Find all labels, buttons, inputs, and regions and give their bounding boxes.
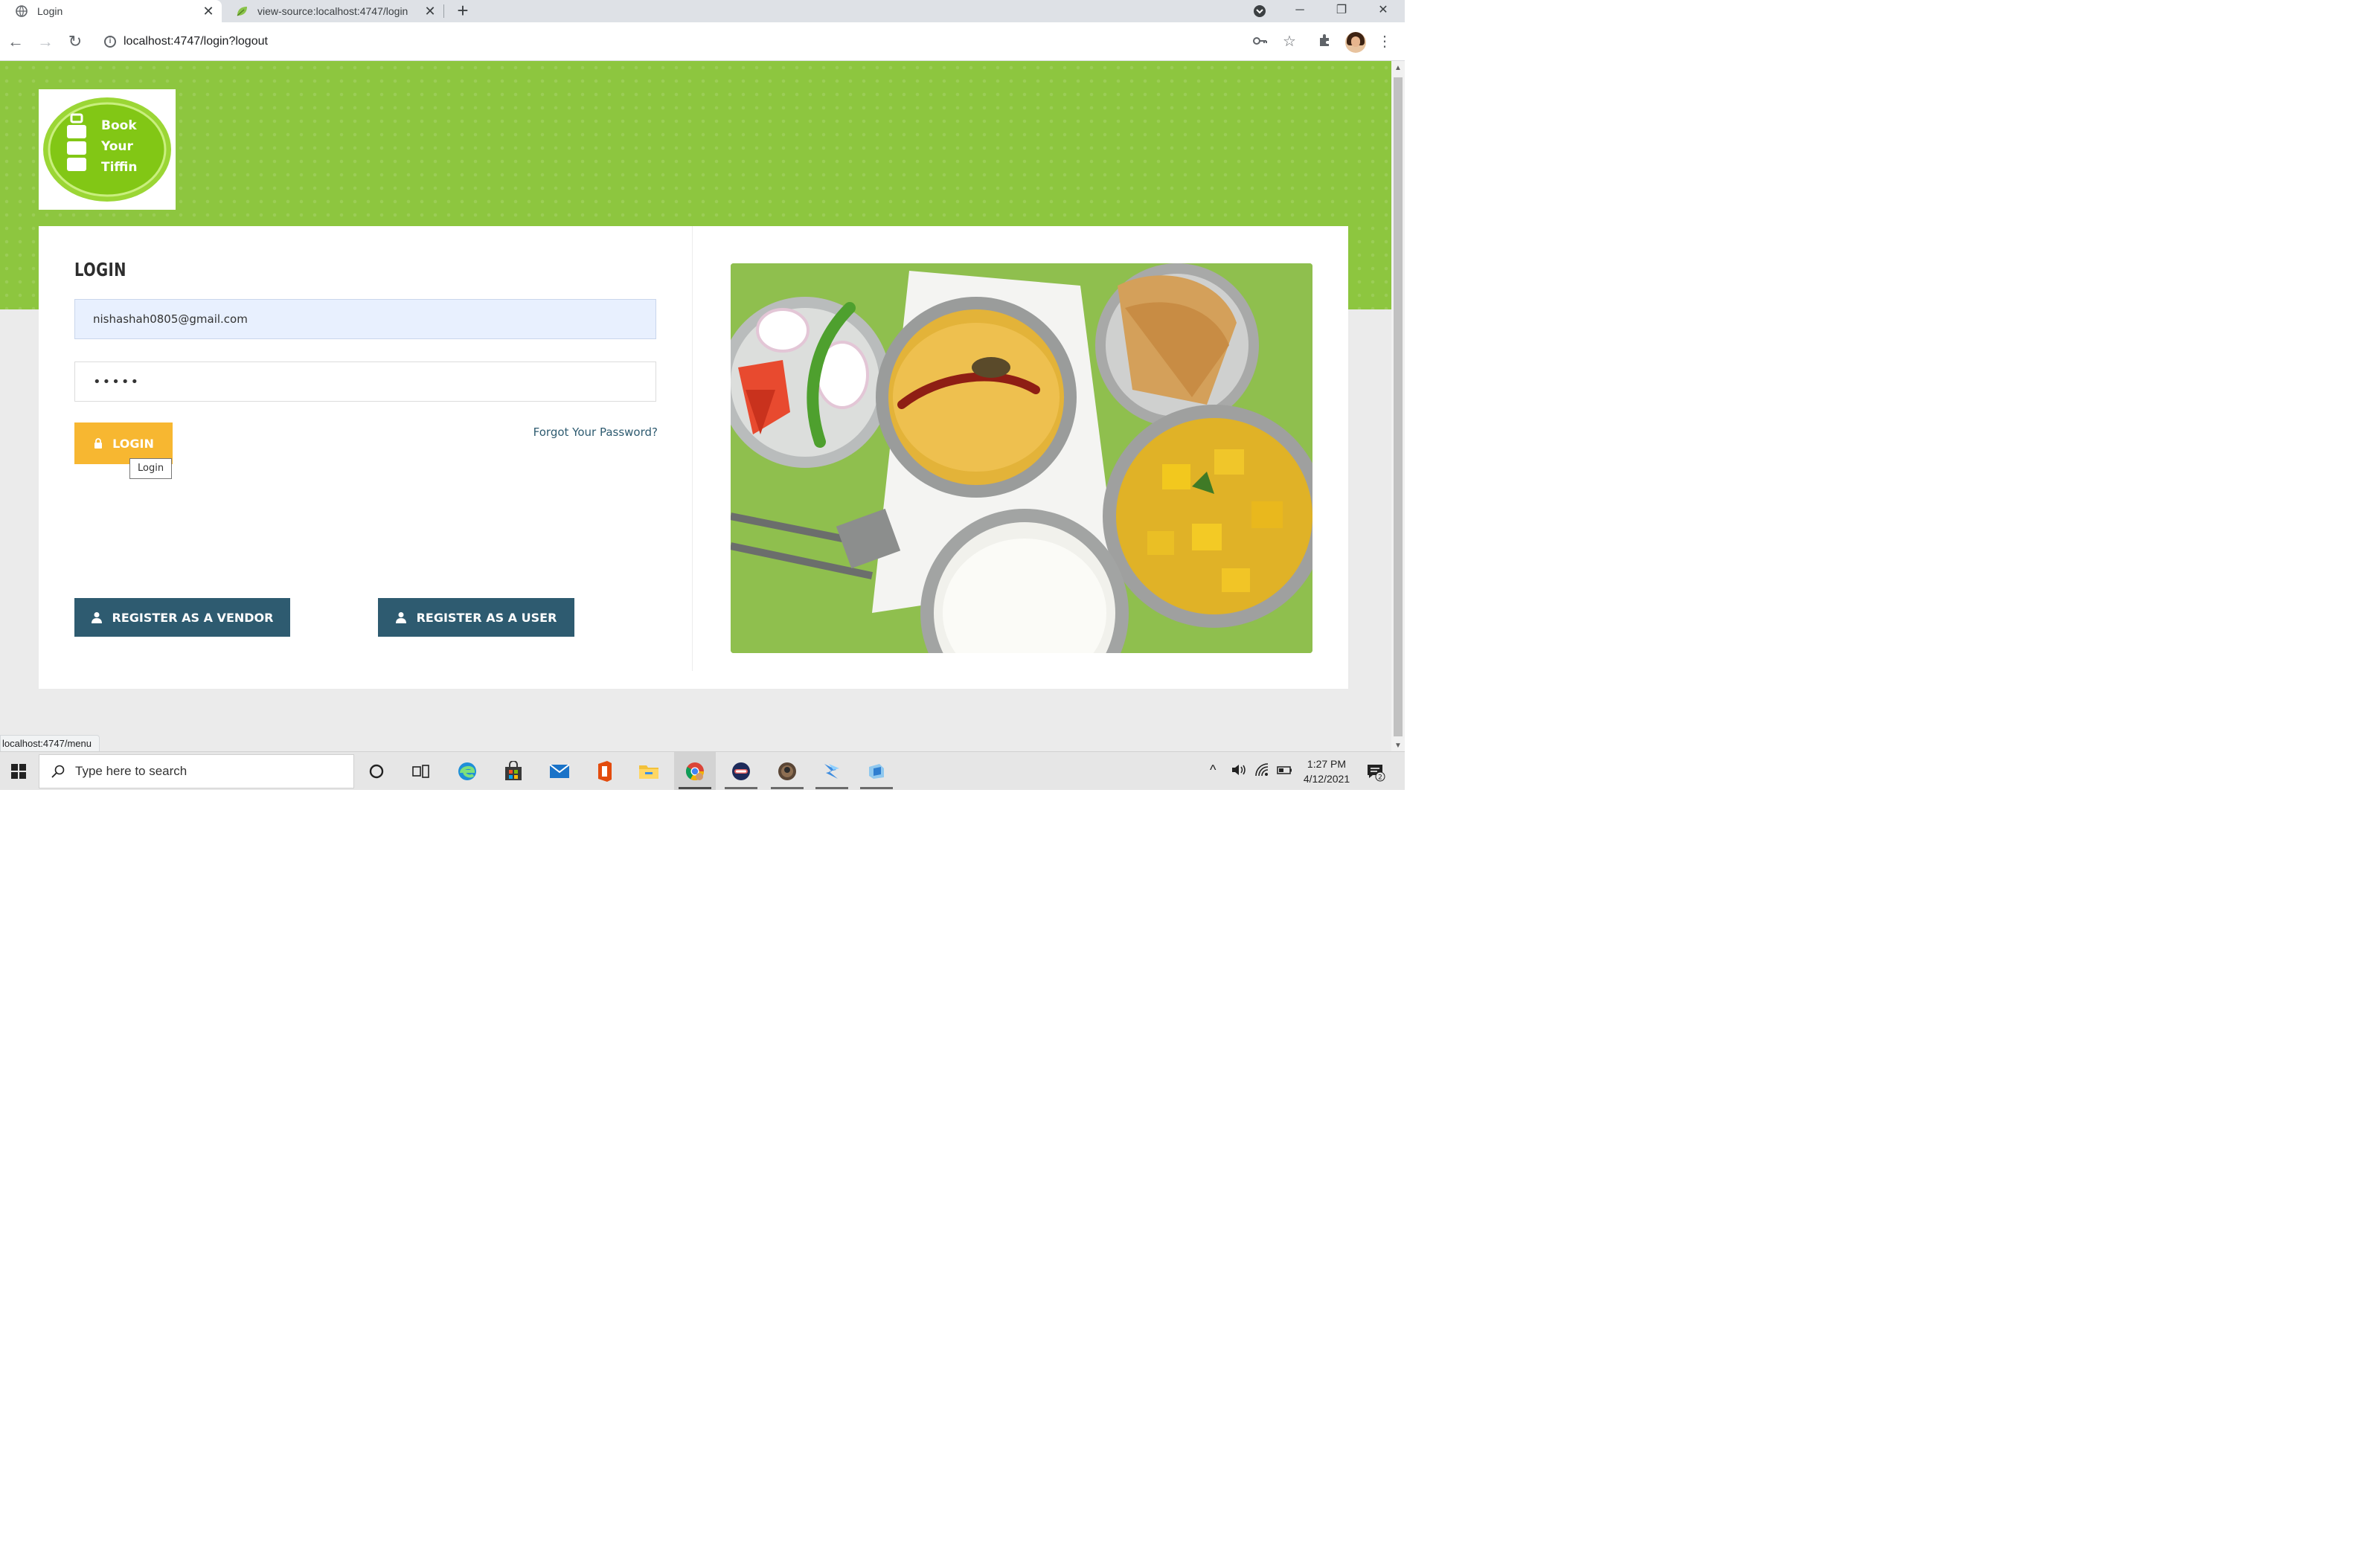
scroll-down-icon[interactable]: ▼ [1394, 742, 1402, 750]
logo[interactable]: Book Your Tiffin [39, 89, 176, 210]
cortana-icon[interactable] [356, 752, 397, 790]
start-button[interactable] [0, 752, 37, 790]
browser-tab-strip: Login ✕ view-source:localhost:4747/login… [0, 0, 1405, 22]
store-icon[interactable] [493, 752, 534, 790]
edge-icon[interactable] [446, 752, 488, 790]
url-text: localhost:4747/login?logout [124, 35, 268, 48]
register-vendor-button[interactable]: REGISTER AS A VENDOR [74, 598, 290, 637]
back-button[interactable]: ← [4, 31, 27, 54]
logo-text-your: Your [100, 139, 134, 154]
close-icon[interactable]: ✕ [199, 4, 217, 19]
windows-icon [11, 764, 26, 779]
divider [692, 226, 693, 671]
screen: Login ✕ view-source:localhost:4747/login… [0, 0, 1405, 790]
leaf-icon [237, 7, 247, 16]
notification-center-icon[interactable]: 2 [1366, 762, 1385, 782]
reload-button[interactable]: ↻ [64, 31, 86, 54]
scroll-thumb[interactable] [1394, 77, 1403, 736]
key-icon[interactable] [1250, 33, 1269, 52]
search-placeholder: Type here to search [75, 764, 187, 778]
info-icon[interactable]: i [104, 36, 116, 48]
app-icon-2[interactable] [766, 752, 808, 790]
taskbar-search[interactable]: Type here to search [39, 754, 354, 788]
logo-text-tiffin: Tiffin [101, 160, 138, 175]
address-bar[interactable]: i localhost:4747/login?logout [95, 27, 1286, 57]
register-user-button[interactable]: REGISTER AS A USER [378, 598, 574, 637]
register-vendor-label: REGISTER AS A VENDOR [112, 610, 274, 625]
globe-icon [16, 5, 28, 17]
extensions-icon[interactable] [1315, 33, 1335, 52]
notification-count: 2 [1378, 774, 1382, 782]
login-button-label: LOGIN [112, 436, 154, 451]
page-scrollbar[interactable]: ▲ ▼ [1391, 61, 1405, 751]
chrome-icon[interactable] [674, 752, 716, 790]
app-icon-4[interactable] [856, 752, 897, 790]
task-view-icon[interactable] [400, 752, 442, 790]
key-icon [1253, 37, 1267, 45]
volume-icon[interactable] [1231, 762, 1247, 781]
tab-view-source[interactable]: view-source:localhost:4747/login ✕ [223, 0, 443, 22]
tab-title: view-source:localhost:4747/login [257, 5, 408, 17]
user-icon [91, 612, 102, 623]
tab-login[interactable]: Login ✕ [0, 0, 222, 22]
network-icon[interactable] [1254, 762, 1271, 781]
forgot-password-link[interactable]: Forgot Your Password? [533, 425, 658, 439]
browser-toolbar: ← → ↻ i localhost:4747/login?logout ☆ ⋮ [0, 22, 1405, 61]
page-viewport: Book Your Tiffin LOGIN nishashah0805@gma… [0, 61, 1391, 751]
minimize-button[interactable]: ─ [1280, 0, 1320, 22]
user-icon [395, 612, 406, 623]
login-card: LOGIN nishashah0805@gmail.com ••••• LOGI… [39, 226, 1348, 689]
search-icon [51, 765, 65, 778]
app-icon-3[interactable] [811, 752, 853, 790]
login-tooltip: Login [129, 458, 173, 479]
email-field[interactable]: nishashah0805@gmail.com [74, 299, 656, 339]
office-icon[interactable] [583, 752, 625, 790]
app-icon-1[interactable] [720, 752, 762, 790]
puzzle-icon [1320, 34, 1329, 46]
status-url-bubble: localhost:4747/menu [0, 735, 100, 753]
clock-date: 4/12/2021 [1303, 773, 1350, 785]
mail-icon[interactable] [539, 752, 580, 790]
page-title: LOGIN [74, 259, 126, 280]
file-explorer-icon[interactable] [628, 752, 670, 790]
new-tab-button[interactable]: + [452, 0, 473, 22]
avatar[interactable] [1345, 32, 1366, 53]
star-icon[interactable]: ☆ [1280, 33, 1299, 52]
close-icon[interactable]: ✕ [421, 4, 439, 19]
tab-search-button[interactable] [1240, 0, 1280, 22]
logo-text-book: Book [101, 118, 137, 133]
lock-icon [94, 438, 103, 449]
tab-separator [443, 4, 444, 18]
menu-kebab-icon[interactable]: ⋮ [1375, 33, 1394, 52]
chevron-up-icon[interactable]: ^ [1210, 762, 1216, 778]
tab-title: Login [37, 5, 63, 17]
restore-button[interactable]: ❐ [1321, 0, 1362, 22]
register-user-label: REGISTER AS A USER [416, 610, 557, 625]
windows-taskbar: Type here to search ^ 1:27 PM 4/12/2021 … [0, 751, 1405, 790]
forward-button[interactable]: → [34, 31, 57, 54]
tiffin-food-image [731, 263, 1312, 653]
scroll-up-icon[interactable]: ▲ [1394, 64, 1402, 72]
taskbar-clock[interactable]: 1:27 PM 4/12/2021 [1293, 756, 1360, 786]
battery-icon[interactable] [1277, 762, 1293, 781]
clock-time: 1:27 PM [1307, 758, 1347, 770]
book-your-tiffin-logo: Book Your Tiffin [43, 97, 171, 202]
window-close-button[interactable]: ✕ [1363, 0, 1403, 22]
chevron-down-icon [1254, 5, 1266, 17]
password-field[interactable]: ••••• [74, 362, 656, 402]
